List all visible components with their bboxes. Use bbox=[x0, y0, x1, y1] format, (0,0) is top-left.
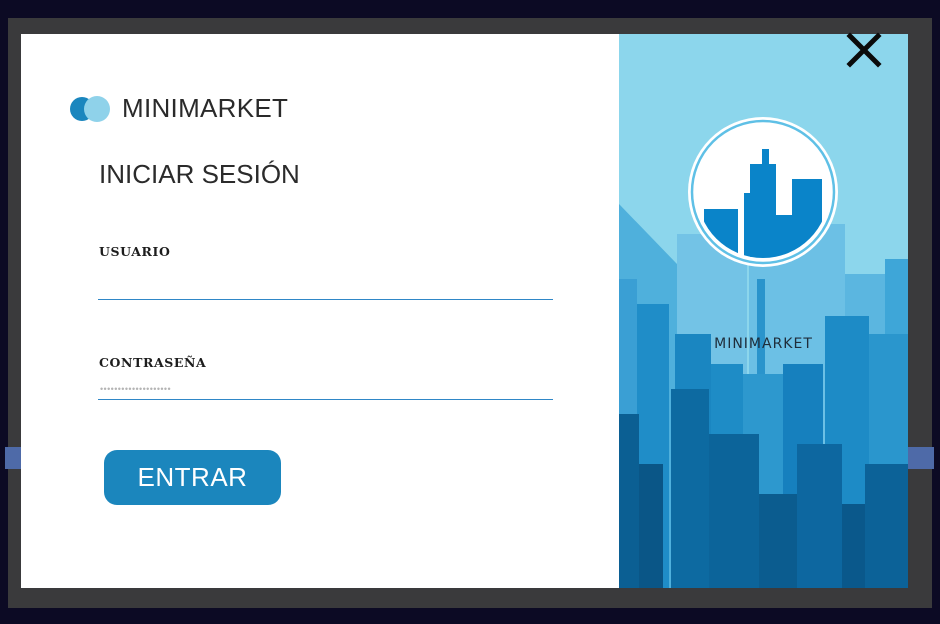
username-input[interactable] bbox=[98, 272, 553, 300]
password-input[interactable] bbox=[98, 378, 553, 400]
side-brand-name: MINIMARKET bbox=[714, 336, 813, 352]
city-illustration-panel: MINIMARKET bbox=[619, 34, 908, 588]
close-icon[interactable] bbox=[846, 32, 882, 68]
brand-name: MINIMARKET bbox=[122, 93, 289, 123]
two-circles-logo-icon bbox=[70, 96, 110, 122]
login-window: MINIMARKET INICIAR SESIÓN USUARIO CONTRA… bbox=[21, 34, 908, 588]
username-label: USUARIO bbox=[99, 244, 171, 259]
password-label: CONTRASEÑA bbox=[99, 355, 207, 370]
login-form-pane: MINIMARKET INICIAR SESIÓN USUARIO CONTRA… bbox=[21, 34, 619, 588]
backdrop-strip-right bbox=[906, 447, 934, 469]
enter-button[interactable]: ENTRAR bbox=[104, 450, 281, 505]
city-skyline-emblem-icon bbox=[704, 149, 822, 258]
login-title: INICIAR SESIÓN bbox=[99, 159, 300, 189]
